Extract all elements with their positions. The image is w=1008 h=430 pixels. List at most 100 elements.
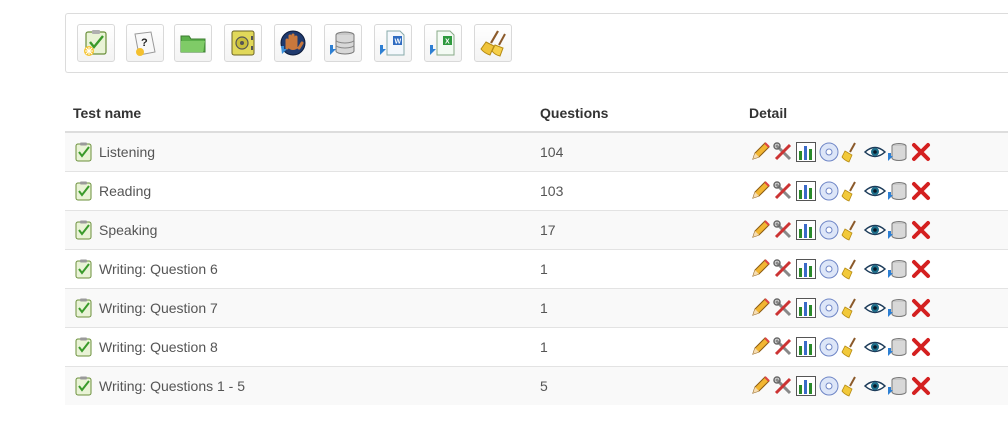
disc-icon[interactable] [818, 219, 840, 241]
statistics-icon[interactable] [795, 219, 817, 241]
test-name-link[interactable]: Writing: Question 7 [99, 300, 218, 316]
svg-text:W: W [395, 39, 402, 46]
preview-icon[interactable] [864, 375, 886, 397]
statistics-icon[interactable] [795, 141, 817, 163]
svg-text:X: X [445, 39, 450, 46]
settings-icon[interactable] [772, 375, 794, 397]
detail-actions [741, 171, 1008, 211]
settings-icon[interactable] [772, 297, 794, 319]
disc-icon[interactable] [818, 297, 840, 319]
delete-icon[interactable] [910, 258, 932, 280]
preview-icon[interactable] [864, 336, 886, 358]
settings-icon[interactable] [772, 219, 794, 241]
table-row: Writing: Question 6 1 [65, 249, 1008, 289]
settings-icon[interactable] [772, 141, 794, 163]
statistics-icon[interactable] [795, 180, 817, 202]
clear-icon[interactable] [841, 258, 863, 280]
preview-icon[interactable] [864, 219, 886, 241]
edit-icon[interactable] [749, 297, 771, 319]
database-import-icon [330, 31, 355, 55]
questions-count: 104 [532, 131, 741, 172]
test-name-cell: Speaking [65, 210, 532, 250]
export-icon[interactable] [887, 297, 909, 319]
folder-button[interactable] [174, 24, 212, 62]
questions-count: 1 [532, 249, 741, 289]
table-row: Writing: Questions 1 - 5 5 [65, 366, 1008, 405]
export-icon[interactable] [887, 141, 909, 163]
new-test-button[interactable] [77, 24, 115, 62]
delete-icon[interactable] [910, 336, 932, 358]
clear-icon[interactable] [841, 219, 863, 241]
edit-icon[interactable] [749, 375, 771, 397]
test-name-cell: Writing: Question 6 [65, 249, 532, 289]
test-name-link[interactable]: Writing: Question 6 [99, 261, 218, 277]
questions-count: 17 [532, 210, 741, 250]
export-icon[interactable] [887, 336, 909, 358]
detail-actions [741, 327, 1008, 367]
disc-icon[interactable] [818, 375, 840, 397]
disc-icon[interactable] [818, 336, 840, 358]
detail-actions [741, 249, 1008, 289]
edit-icon[interactable] [749, 180, 771, 202]
statistics-icon[interactable] [795, 375, 817, 397]
statistics-icon[interactable] [795, 336, 817, 358]
statistics-icon[interactable] [795, 297, 817, 319]
disc-icon[interactable] [818, 141, 840, 163]
broom-icon [480, 30, 506, 57]
word-import-icon: W [380, 30, 405, 56]
edit-icon[interactable] [749, 336, 771, 358]
edit-icon[interactable] [749, 141, 771, 163]
settings-icon[interactable] [772, 336, 794, 358]
test-name-cell: Listening [65, 131, 532, 172]
delete-icon[interactable] [910, 297, 932, 319]
edit-icon[interactable] [749, 219, 771, 241]
delete-icon[interactable] [910, 375, 932, 397]
broom-button[interactable] [474, 24, 512, 62]
export-icon[interactable] [887, 375, 909, 397]
questions-count: 1 [532, 288, 741, 328]
clear-icon[interactable] [841, 375, 863, 397]
disc-icon[interactable] [818, 180, 840, 202]
delete-icon[interactable] [910, 141, 932, 163]
test-icon [75, 142, 92, 162]
preview-icon[interactable] [864, 141, 886, 163]
header-row: Test name Questions Detail [65, 95, 1008, 133]
settings-icon[interactable] [772, 180, 794, 202]
word-import-button[interactable]: W [374, 24, 412, 62]
test-name-link[interactable]: Reading [99, 183, 151, 199]
test-name-link[interactable]: Listening [99, 144, 155, 160]
export-icon[interactable] [887, 180, 909, 202]
export-icon[interactable] [887, 258, 909, 280]
delete-icon[interactable] [910, 180, 932, 202]
test-icon [75, 298, 92, 318]
disc-icon[interactable] [818, 258, 840, 280]
preview-icon[interactable] [864, 297, 886, 319]
clear-icon[interactable] [841, 180, 863, 202]
test-name-link[interactable]: Speaking [99, 222, 157, 238]
database-import-button[interactable] [324, 24, 362, 62]
test-name-link[interactable]: Writing: Question 8 [99, 339, 218, 355]
delete-icon[interactable] [910, 219, 932, 241]
excel-import-button[interactable]: X [424, 24, 462, 62]
test-name-cell: Writing: Question 7 [65, 288, 532, 328]
test-name-cell: Reading [65, 171, 532, 211]
export-icon[interactable] [887, 219, 909, 241]
detail-actions [741, 288, 1008, 328]
preview-icon[interactable] [864, 180, 886, 202]
question-button[interactable]: ? [126, 24, 164, 62]
clear-icon[interactable] [841, 297, 863, 319]
hand-button[interactable] [274, 24, 312, 62]
clear-icon[interactable] [841, 336, 863, 358]
test-icon [75, 220, 92, 240]
clear-icon[interactable] [841, 141, 863, 163]
test-name-link[interactable]: Writing: Questions 1 - 5 [99, 378, 245, 394]
safe-icon [231, 30, 255, 56]
edit-icon[interactable] [749, 258, 771, 280]
test-icon [75, 259, 92, 279]
tests-table: Test name Questions Detail Listening 104 [65, 95, 1008, 405]
preview-icon[interactable] [864, 258, 886, 280]
settings-icon[interactable] [772, 258, 794, 280]
statistics-icon[interactable] [795, 258, 817, 280]
safe-button[interactable] [224, 24, 262, 62]
header-detail: Detail [741, 95, 1008, 133]
